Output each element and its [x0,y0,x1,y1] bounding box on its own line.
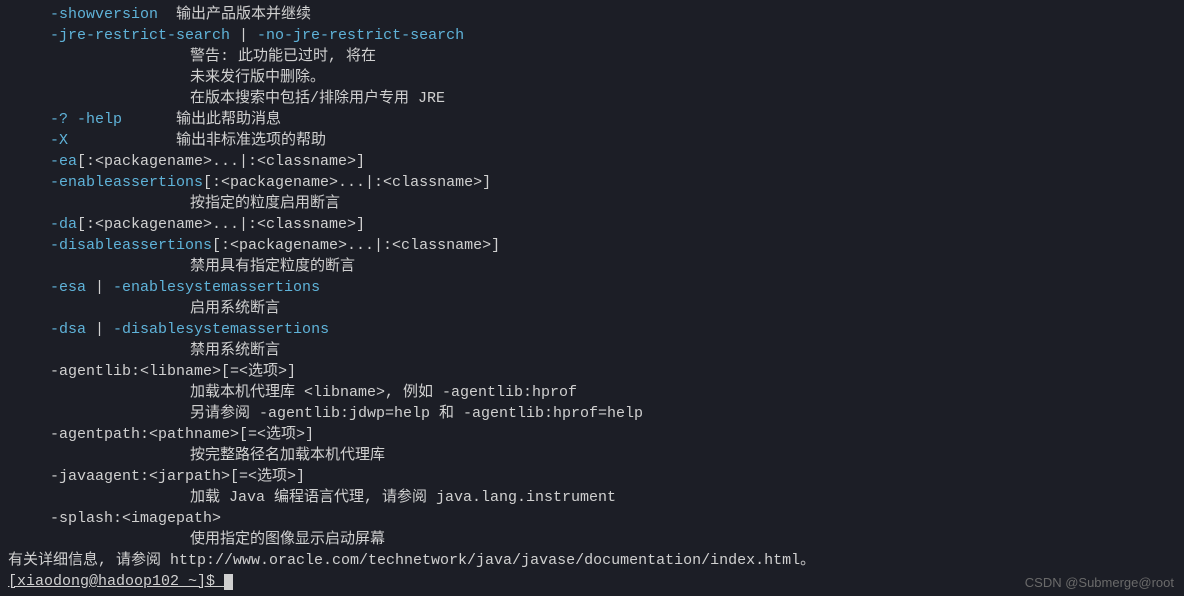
output-text: 加载本机代理库 <libname>, 例如 -agentlib:hprof [190,384,577,401]
option-flag: -dsa [50,321,86,338]
output-line: -agentlib:<libname>[=<选项>] [0,361,1184,382]
output-text: [:<packagename>...|:<classname>] [77,153,365,170]
output-line: 加载本机代理库 <libname>, 例如 -agentlib:hprof [0,382,1184,403]
output-text: | [86,279,113,296]
cursor-icon [224,574,233,590]
output-line: -da[:<packagename>...|:<classname>] [0,214,1184,235]
output-text: 输出此帮助消息 [122,111,281,128]
output-text: [:<packagename>...|:<classname>] [212,237,500,254]
output-text: 禁用具有指定粒度的断言 [190,258,355,275]
option-flag: -ea [50,153,77,170]
output-line: -ea[:<packagename>...|:<classname>] [0,151,1184,172]
output-text: [:<packagename>...|:<classname>] [203,174,491,191]
output-text: 启用系统断言 [190,300,280,317]
output-text: -agentlib:<libname>[=<选项>] [50,363,296,380]
watermark: CSDN @Submerge@root [1025,574,1174,592]
option-flag: -no-jre-restrict-search [257,27,464,44]
output-line: 在版本搜索中包括/排除用户专用 JRE [0,88,1184,109]
output-text: -splash:<imagepath> [50,510,221,527]
output-text: | [230,27,257,44]
output-line: 另请参阅 -agentlib:jdwp=help 和 -agentlib:hpr… [0,403,1184,424]
option-flag: -X [50,132,68,149]
output-line: 加载 Java 编程语言代理, 请参阅 java.lang.instrument [0,487,1184,508]
option-flag: -enablesystemassertions [113,279,320,296]
output-text: 在版本搜索中包括/排除用户专用 JRE [190,90,445,107]
output-text: -javaagent:<jarpath>[=<选项>] [50,468,305,485]
output-text: 使用指定的图像显示启动屏幕 [190,531,385,548]
output-text: | [86,321,113,338]
output-line: 使用指定的图像显示启动屏幕 [0,529,1184,550]
output-text: 输出非标准选项的帮助 [68,132,326,149]
terminal-output: -showversion 输出产品版本并继续-jre-restrict-sear… [0,4,1184,571]
output-line: -? -help 输出此帮助消息 [0,109,1184,130]
output-line: -esa | -enablesystemassertions [0,277,1184,298]
option-flag: -da [50,216,77,233]
output-text: 警告: 此功能已过时, 将在 [190,48,376,65]
option-flag: -esa [50,279,86,296]
prompt-text: [xiaodong@hadoop102 ~]$ [8,573,224,590]
output-text: 未来发行版中删除。 [190,69,325,86]
output-text: 禁用系统断言 [190,342,280,359]
shell-prompt[interactable]: [xiaodong@hadoop102 ~]$ [0,571,1184,592]
output-line: -disableassertions[:<packagename>...|:<c… [0,235,1184,256]
output-text: 按完整路径名加载本机代理库 [190,447,385,464]
option-flag: -jre-restrict-search [50,27,230,44]
output-line: 有关详细信息, 请参阅 http://www.oracle.com/techne… [0,550,1184,571]
output-line: -showversion 输出产品版本并继续 [0,4,1184,25]
output-line: 禁用具有指定粒度的断言 [0,256,1184,277]
output-text: 加载 Java 编程语言代理, 请参阅 java.lang.instrument [190,489,616,506]
output-text: 另请参阅 -agentlib:jdwp=help 和 -agentlib:hpr… [190,405,643,422]
option-flag: -showversion [50,6,158,23]
option-flag: -disablesystemassertions [113,321,329,338]
output-line: 禁用系统断言 [0,340,1184,361]
output-text: 输出产品版本并继续 [158,6,311,23]
option-flag: -? -help [50,111,122,128]
output-line: -dsa | -disablesystemassertions [0,319,1184,340]
output-line: -X 输出非标准选项的帮助 [0,130,1184,151]
output-line: -splash:<imagepath> [0,508,1184,529]
output-text: -agentpath:<pathname>[=<选项>] [50,426,314,443]
output-line: 警告: 此功能已过时, 将在 [0,46,1184,67]
option-flag: -enableassertions [50,174,203,191]
output-text: 有关详细信息, 请参阅 http://www.oracle.com/techne… [8,552,815,569]
output-line: 未来发行版中删除。 [0,67,1184,88]
output-line: -enableassertions[:<packagename>...|:<cl… [0,172,1184,193]
output-line: 按指定的粒度启用断言 [0,193,1184,214]
output-line: 按完整路径名加载本机代理库 [0,445,1184,466]
output-line: -jre-restrict-search | -no-jre-restrict-… [0,25,1184,46]
output-line: -agentpath:<pathname>[=<选项>] [0,424,1184,445]
option-flag: -disableassertions [50,237,212,254]
output-line: -javaagent:<jarpath>[=<选项>] [0,466,1184,487]
output-text: [:<packagename>...|:<classname>] [77,216,365,233]
output-line: 启用系统断言 [0,298,1184,319]
output-text: 按指定的粒度启用断言 [190,195,340,212]
